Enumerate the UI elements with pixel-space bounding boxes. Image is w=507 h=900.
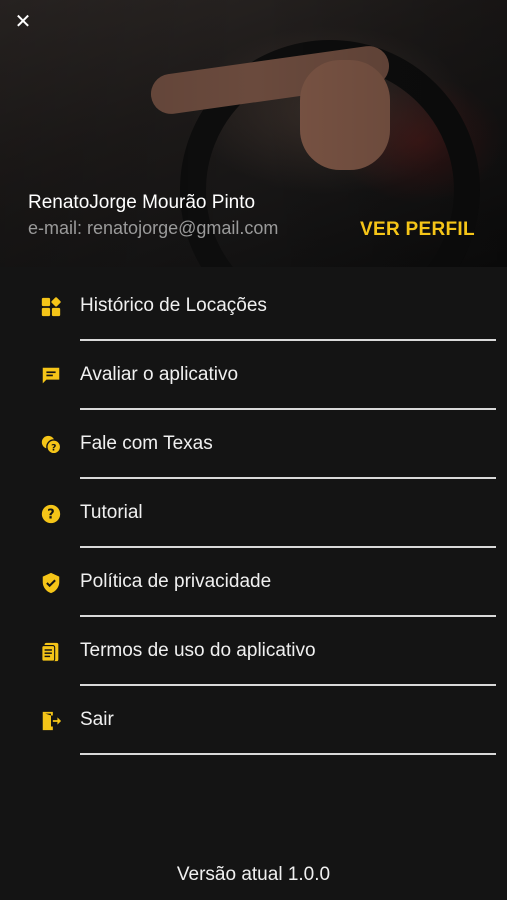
menu-item-privacy-policy[interactable]: Política de privacidade — [0, 548, 507, 617]
menu-list: Histórico de Locações Avaliar o aplicati… — [0, 272, 507, 755]
user-email: e-mail: renatojorge@gmail.com — [28, 218, 278, 239]
email-value: renatojorge@gmail.com — [87, 218, 279, 238]
exit-icon — [42, 711, 62, 731]
menu-item-rate-app[interactable]: Avaliar o aplicativo — [0, 341, 507, 410]
app-version: Versão atual 1.0.0 — [176, 864, 331, 885]
menu-item-label: Sair — [80, 709, 114, 730]
svg-text:?: ? — [47, 508, 54, 523]
menu-item-rental-history[interactable]: Histórico de Locações — [0, 272, 507, 341]
svg-text:?: ? — [51, 443, 56, 454]
document-icon — [41, 642, 59, 662]
menu-item-label: Política de privacidade — [80, 571, 272, 592]
menu-item-label: Tutorial — [80, 502, 143, 523]
chat-question-icon: ? — [41, 435, 62, 455]
email-label: e-mail: — [28, 218, 83, 238]
feedback-icon — [42, 367, 60, 384]
menu-item-logout[interactable]: Sair — [0, 686, 507, 755]
divider — [80, 753, 496, 755]
profile-header: ✕ RenatoJorge Mourão Pinto e-mail: renat… — [0, 0, 507, 267]
menu-item-label: Fale com Texas — [80, 433, 213, 454]
menu-item-label: Histórico de Locações — [80, 295, 267, 316]
menu-item-label: Termos de uso do aplicativo — [80, 640, 316, 661]
menu-item-terms-of-use[interactable]: Termos de uso do aplicativo — [0, 617, 507, 686]
view-profile-link[interactable]: VER PERFIL — [360, 219, 475, 241]
user-name: RenatoJorge Mourão Pinto — [28, 192, 256, 213]
shield-check-icon — [42, 572, 60, 594]
help-circle-icon: ? — [41, 504, 61, 524]
grid-icon — [41, 297, 61, 317]
menu-item-contact-texas[interactable]: ? Fale com Texas — [0, 410, 507, 479]
menu-item-label: Avaliar o aplicativo — [80, 364, 239, 385]
close-icon[interactable]: ✕ — [12, 10, 34, 32]
menu-item-tutorial[interactable]: ? Tutorial — [0, 479, 507, 548]
